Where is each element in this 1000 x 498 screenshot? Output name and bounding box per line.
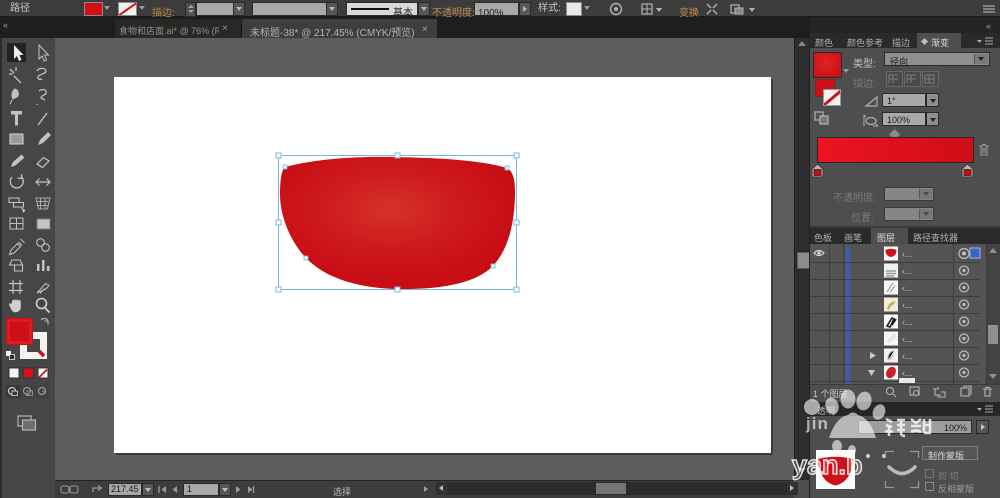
svg-text:‹...: ‹...	[902, 317, 913, 327]
svg-text:‹...: ‹...	[902, 368, 913, 378]
svg-text:‹...: ‹...	[902, 249, 913, 259]
svg-text:‹...: ‹...	[902, 266, 913, 276]
svg-text:‹...: ‹...	[902, 351, 913, 361]
svg-text:‹...: ‹...	[902, 283, 913, 293]
svg-text:‹...: ‹...	[902, 334, 913, 344]
svg-text:‹...: ‹...	[902, 300, 913, 310]
